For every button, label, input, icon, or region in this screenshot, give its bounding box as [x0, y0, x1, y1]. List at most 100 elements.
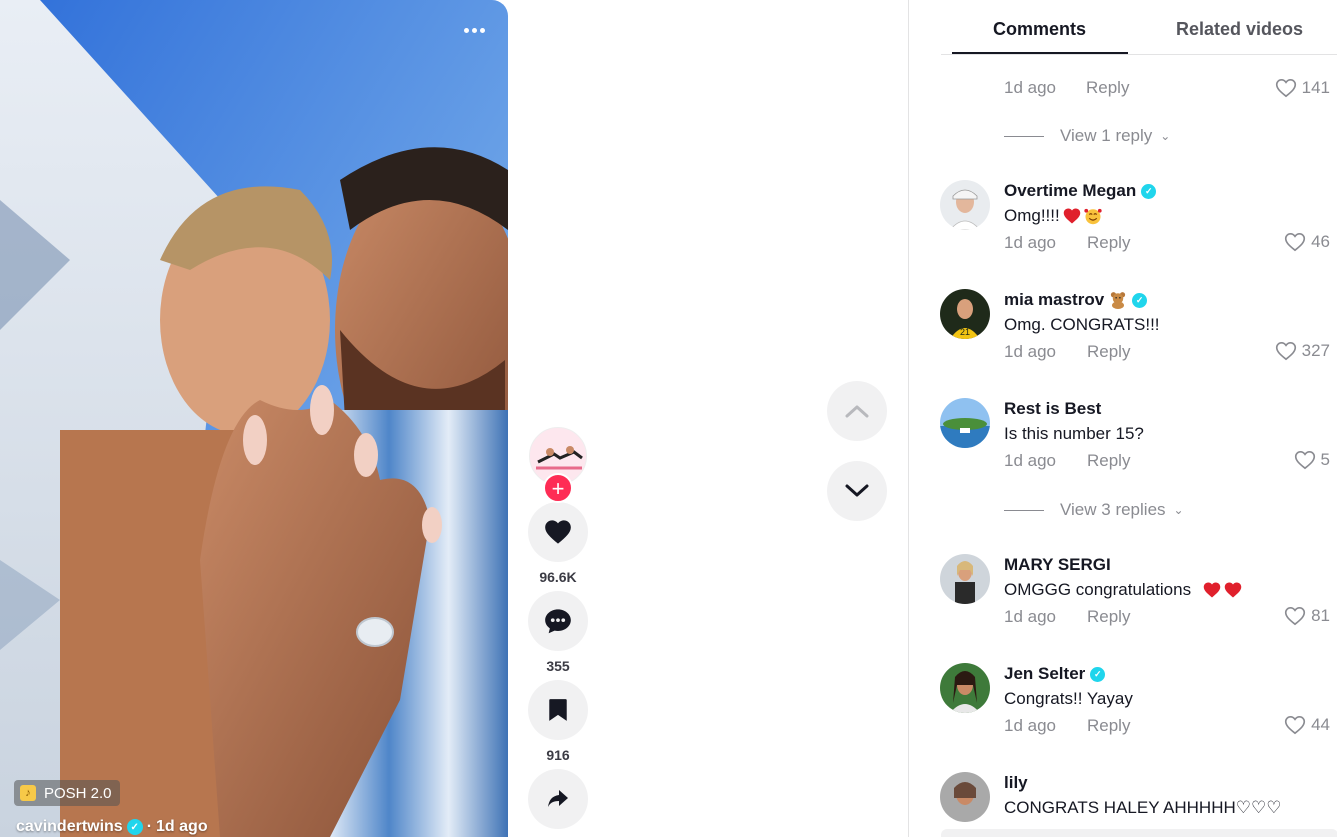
comment-text: Omg. CONGRATS!!!	[1004, 315, 1160, 335]
verified-badge-icon: ✓	[1090, 666, 1106, 682]
more-options-icon[interactable]	[460, 18, 488, 42]
comment-text: CONGRATS HALEY AHHHHH♡♡♡	[1004, 798, 1281, 818]
comment-text: OMGGG congratulations	[1004, 580, 1242, 600]
tab-related-videos[interactable]: Related videos	[1176, 19, 1303, 40]
commenter-name[interactable]: Overtime Megan ✓	[1004, 181, 1157, 201]
comment-date: 1d ago	[1004, 451, 1056, 470]
comment-like-button[interactable]: 44	[1284, 715, 1330, 735]
comment-meta: 1d ago Reply	[1004, 451, 1130, 471]
comment-like-count: 46	[1311, 232, 1330, 251]
view-replies-button[interactable]: View 3 replies ⌄	[1004, 500, 1184, 520]
comment-list[interactable]: 1d ago Reply 141 View 1 reply ⌄ Overtime…	[909, 55, 1337, 837]
comment-like-button[interactable]: 5	[1294, 450, 1330, 470]
comment-body: Omg. CONGRATS!!!	[1004, 315, 1160, 334]
commenter-avatar[interactable]: 21	[940, 289, 990, 339]
reply-button[interactable]: Reply	[1087, 716, 1130, 736]
previous-video-button[interactable]	[827, 381, 887, 441]
music-label: POSH 2.0	[44, 784, 112, 802]
commenter-username: mia mastrov	[1004, 290, 1105, 309]
author-username[interactable]: cavindertwins	[16, 818, 123, 836]
share-button[interactable]	[528, 769, 588, 829]
comment-like-count: 141	[1301, 78, 1330, 97]
like-button[interactable]	[528, 502, 588, 562]
comment-like-button[interactable]: 141	[1275, 78, 1330, 98]
commenter-avatar[interactable]	[940, 180, 990, 230]
commenter-username: lily	[1004, 773, 1028, 792]
commenter-username: Overtime Megan	[1004, 181, 1137, 200]
comments-panel: Comments Related videos 1d ago Reply 141…	[908, 0, 1337, 837]
save-count: 916	[546, 747, 570, 763]
bookmark-icon	[549, 699, 567, 721]
comment-like-button[interactable]: 327	[1275, 341, 1330, 361]
comment-count: 355	[546, 658, 570, 674]
comment-like-count: 44	[1311, 715, 1330, 734]
comment-date: 1d ago	[1004, 342, 1056, 361]
avatar-image	[940, 180, 990, 230]
comment-item: lily CONGRATS HALEY AHHHHH♡♡♡	[909, 772, 1337, 837]
commenter-name[interactable]: mia mastrov ✓	[1004, 290, 1148, 310]
comment-body: OMGGG congratulations	[1004, 580, 1192, 599]
view-replies-label: View 1 reply	[1060, 126, 1153, 145]
commenter-name[interactable]: lily	[1004, 773, 1028, 793]
comment-button[interactable]	[528, 591, 588, 651]
reply-button[interactable]: Reply	[1086, 78, 1129, 98]
reply-button[interactable]: Reply	[1087, 342, 1130, 362]
chevron-up-icon	[845, 405, 869, 418]
comment-date: 1d ago	[1004, 716, 1056, 735]
heart-outline-icon	[1294, 450, 1315, 470]
comment-body: Omg!!!!	[1004, 206, 1060, 225]
comment-item: Jen Selter ✓ Congrats!! Yayay 1d ago Rep…	[909, 663, 1337, 755]
video-date: 1d ago	[156, 818, 208, 835]
heart-outline-icon	[1275, 78, 1296, 98]
replies-line	[1004, 509, 1044, 511]
red-heart-emoji-icon	[1063, 208, 1080, 224]
view-replies-label: View 3 replies	[1060, 500, 1166, 519]
red-heart-emoji-icon	[1224, 582, 1242, 598]
view-replies-button[interactable]: View 1 reply ⌄	[1004, 126, 1170, 146]
svg-text:21: 21	[960, 327, 970, 337]
comment-like-button[interactable]: 46	[1284, 232, 1330, 252]
commenter-name[interactable]: Jen Selter ✓	[1004, 664, 1106, 684]
comment-like-button[interactable]: 81	[1284, 606, 1330, 626]
verified-badge-icon: ✓	[126, 819, 143, 835]
heart-icon	[545, 520, 571, 544]
comment-date: 1d ago	[1004, 233, 1056, 252]
reply-button[interactable]: Reply	[1087, 233, 1130, 253]
commenter-username: Jen Selter	[1004, 664, 1086, 683]
next-video-button[interactable]	[827, 461, 887, 521]
comment-like-count: 5	[1320, 450, 1330, 469]
commenter-avatar[interactable]	[940, 663, 990, 713]
follow-plus-button[interactable]: +	[543, 473, 573, 503]
tab-comments[interactable]: Comments	[993, 19, 1086, 40]
like-count: 96.6K	[539, 569, 577, 585]
reply-button[interactable]: Reply	[1087, 451, 1130, 471]
music-note-icon: ♪	[20, 785, 36, 801]
avatar-image	[940, 398, 990, 448]
video-player[interactable]: ♪ POSH 2.0 cavindertwins ✓ · 1d ago	[0, 0, 508, 837]
avatar-image	[940, 772, 990, 822]
comment-meta: 1d ago Reply	[1004, 716, 1130, 736]
commenter-name[interactable]: MARY SERGI	[1004, 555, 1111, 575]
smiling-face-with-hearts-icon	[1084, 208, 1102, 225]
heart-outline-icon	[1284, 606, 1306, 626]
comment-text: Congrats!! Yayay	[1004, 689, 1133, 709]
music-badge[interactable]: ♪ POSH 2.0	[14, 780, 120, 806]
avatar-image: 21	[940, 289, 990, 339]
verified-badge-icon: ✓	[1141, 183, 1157, 199]
red-heart-emoji-icon	[1203, 582, 1221, 598]
save-button[interactable]	[528, 680, 588, 740]
chevron-down-icon	[845, 484, 869, 497]
reply-button[interactable]: Reply	[1087, 607, 1130, 627]
commenter-avatar[interactable]	[940, 398, 990, 448]
comment-meta: 1d ago Reply	[1004, 342, 1130, 362]
commenter-avatar[interactable]	[940, 772, 990, 822]
heart-outline-icon	[1275, 341, 1296, 361]
commenter-avatar[interactable]	[940, 554, 990, 604]
replies-line	[1004, 135, 1044, 137]
comment-meta: 1d ago Reply	[1004, 233, 1130, 253]
comment-body: Is this number 15?	[1004, 424, 1144, 443]
commenter-name[interactable]: Rest is Best	[1004, 399, 1101, 419]
comment-body: CONGRATS HALEY AHHHHH♡♡♡	[1004, 798, 1282, 817]
avatar-image	[940, 554, 990, 604]
video-frame	[0, 0, 508, 837]
